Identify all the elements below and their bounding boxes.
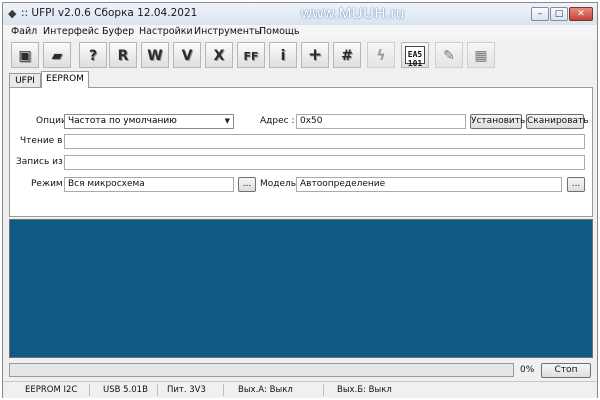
verify-icon: V	[181, 48, 193, 64]
status-divider	[223, 384, 224, 396]
menu-bar: Файл Интерфейс Буфер Настройки Инструмен…	[3, 25, 597, 39]
status-chip-type: EEPROM I2C	[25, 385, 78, 395]
ea5-101-button[interactable]: EA5 101	[401, 42, 429, 68]
minimize-button[interactable]: –	[531, 7, 549, 21]
erase-button[interactable]: X	[205, 42, 233, 68]
checksum-button[interactable]: #	[333, 42, 361, 68]
menu-help[interactable]: Помощь	[259, 26, 299, 37]
title-bar: ◆ :: UFPI v2.0.6 Сборка 12.04.2021 www.M…	[3, 3, 597, 26]
detect-chip-icon: ?	[88, 48, 98, 64]
edit-button[interactable]: ✎	[435, 42, 463, 68]
write-button[interactable]: W	[141, 42, 169, 68]
ea5-line2: 101	[407, 59, 423, 68]
write-from-input[interactable]	[64, 155, 585, 170]
scan-button[interactable]: Сканировать	[526, 114, 589, 129]
window-title: :: UFPI v2.0.6 Сборка 12.04.2021	[21, 7, 198, 19]
read-button[interactable]: R	[109, 42, 137, 68]
status-output-a: Вых.А: Выкл	[238, 385, 293, 395]
flash-button[interactable]: ϟ	[367, 42, 395, 68]
menu-settings[interactable]: Настройки	[139, 26, 193, 37]
info-button[interactable]: i	[269, 42, 297, 68]
add-button[interactable]: +	[301, 42, 329, 68]
save-button[interactable]: ▣	[11, 42, 39, 68]
app-window: ◆ :: UFPI v2.0.6 Сборка 12.04.2021 www.M…	[2, 2, 598, 398]
read-to-input[interactable]	[64, 134, 585, 149]
toolbar: ▣ ▰ ? R W V X FF i + # ϟ EA5 101 ✎ ▦	[3, 40, 597, 70]
menu-buffer[interactable]: Буфер	[102, 26, 134, 37]
open-button[interactable]: ▰	[43, 42, 71, 68]
fill-ff-button[interactable]: FF	[237, 42, 265, 68]
eeprom-panel: Опции : Частота по умолчанию ▼ Адрес : 0…	[9, 87, 593, 217]
mode-input[interactable]: Вся микросхема	[64, 177, 234, 192]
menu-file[interactable]: Файл	[11, 26, 37, 37]
app-icon: ◆	[8, 7, 17, 20]
status-power: Пит. 3V3	[167, 385, 206, 395]
info-icon: i	[280, 48, 286, 64]
flash-icon: ϟ	[376, 48, 386, 64]
ea5-101-icon: EA5 101	[405, 46, 425, 68]
options-select[interactable]: Частота по умолчанию ▼	[64, 114, 234, 129]
watermark: www.MUUH.ru	[301, 5, 405, 22]
chevron-down-icon: ▼	[224, 117, 230, 125]
address-label: Адрес :	[260, 116, 295, 126]
menu-interface[interactable]: Интерфейс	[43, 26, 99, 37]
model-browse-button[interactable]: ...	[567, 177, 585, 192]
save-icon: ▣	[18, 48, 32, 64]
close-button[interactable]: ✕	[569, 7, 593, 21]
write-from-label: Запись из :	[16, 157, 69, 167]
verify-button[interactable]: V	[173, 42, 201, 68]
status-usb-version: USB 5.01B	[103, 385, 148, 395]
status-divider	[323, 384, 324, 396]
log-area[interactable]	[9, 219, 593, 358]
status-divider	[89, 384, 90, 396]
maximize-button[interactable]: □	[550, 7, 568, 21]
status-bar: EEPROM I2C USB 5.01B Пит. 3V3 Вых.А: Вык…	[3, 381, 597, 398]
add-icon: +	[307, 45, 323, 65]
fill-ff-icon: FF	[243, 50, 259, 63]
address-input[interactable]: 0x50	[296, 114, 466, 129]
options-value: Частота по умолчанию	[68, 116, 177, 126]
menu-tools[interactable]: Инструменты	[194, 26, 262, 37]
open-folder-icon: ▰	[51, 48, 63, 64]
edit-icon: ✎	[443, 48, 455, 64]
status-output-b: Вых.Б: Выкл	[337, 385, 392, 395]
progress-percent: 0%	[520, 365, 535, 375]
model-input[interactable]: Автоопределение	[296, 177, 562, 192]
write-icon: W	[147, 48, 163, 64]
progress-bar	[9, 363, 514, 377]
stop-button[interactable]: Стоп	[541, 363, 591, 378]
mode-label: Режим :	[31, 179, 69, 189]
tab-eeprom[interactable]: EEPROM	[41, 71, 89, 88]
ea5-line1: EA5	[407, 50, 423, 59]
status-divider	[157, 384, 158, 396]
checksum-icon: #	[341, 48, 353, 64]
erase-icon: X	[213, 48, 225, 64]
hex-grid-button[interactable]: ▦	[467, 42, 495, 68]
detect-chip-button[interactable]: ?	[79, 42, 107, 68]
hex-grid-icon: ▦	[474, 48, 488, 64]
mode-browse-button[interactable]: ...	[238, 177, 256, 192]
read-to-label: Чтение в :	[20, 136, 69, 146]
read-icon: R	[117, 48, 129, 64]
tab-ufpi[interactable]: UFPI	[9, 73, 41, 87]
set-button[interactable]: Установить	[470, 114, 525, 129]
